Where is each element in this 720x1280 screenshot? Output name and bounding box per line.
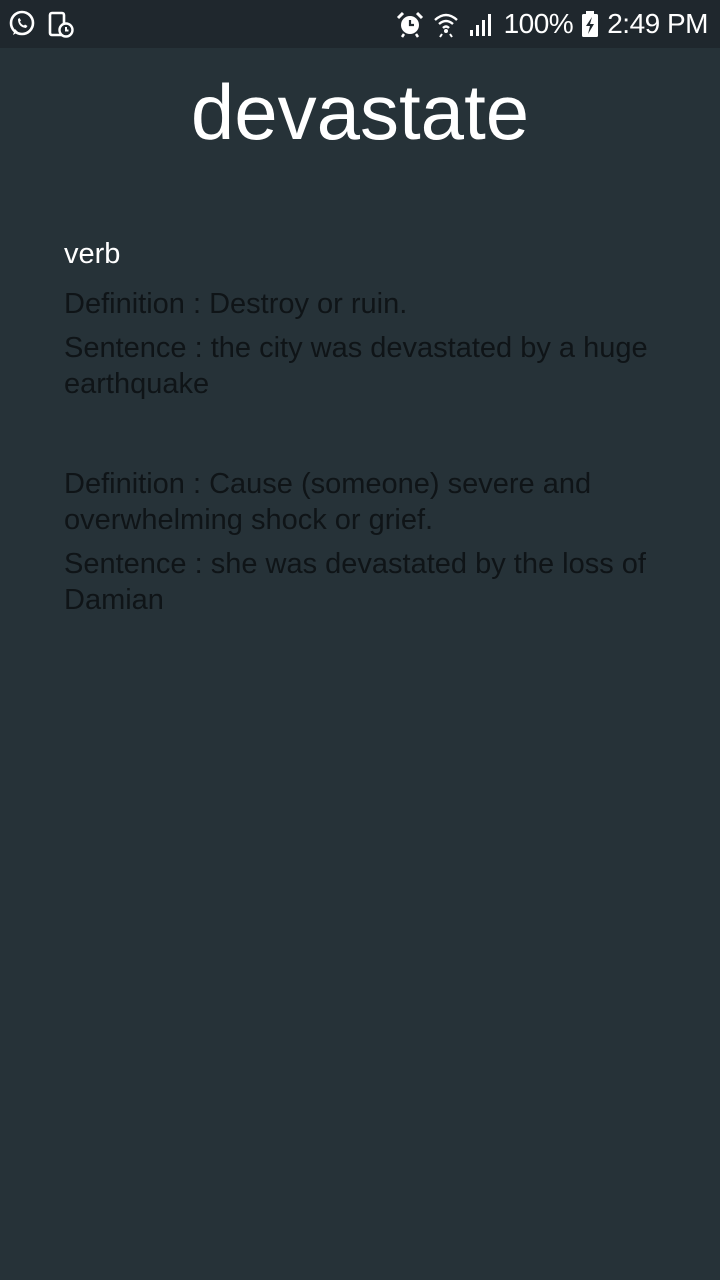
alarm-icon — [396, 10, 424, 38]
wifi-icon — [432, 10, 460, 38]
part-of-speech-label: verb — [64, 238, 121, 270]
status-time: 2:49 PM — [607, 8, 708, 39]
status-bar: 100% 2:49 PM — [0, 0, 720, 48]
word-title: devastate — [190, 68, 530, 156]
signal-icon — [468, 10, 496, 38]
status-bar-left — [8, 10, 86, 38]
screen-record-icon — [48, 10, 74, 38]
example-sentence: Sentence : she was devastated by the los… — [64, 548, 646, 616]
whatsapp-icon — [8, 10, 36, 38]
definitions-panel: verb Definition : Destroy or ruin. Sente… — [64, 234, 664, 682]
definition-text: Definition : Cause (someone) severe and … — [64, 468, 592, 536]
battery-charging-icon — [581, 10, 599, 38]
definition-text: Definition : Destroy or ruin. — [64, 288, 408, 320]
status-bar-right: 100% 2:49 PM — [388, 8, 708, 40]
meaning-item: Definition : Destroy or ruin. Sentence :… — [64, 286, 664, 402]
battery-percent: 100% — [503, 8, 574, 39]
example-sentence: Sentence : the city was devastated by a … — [64, 332, 648, 400]
meaning-item: Definition : Cause (someone) severe and … — [64, 466, 664, 618]
